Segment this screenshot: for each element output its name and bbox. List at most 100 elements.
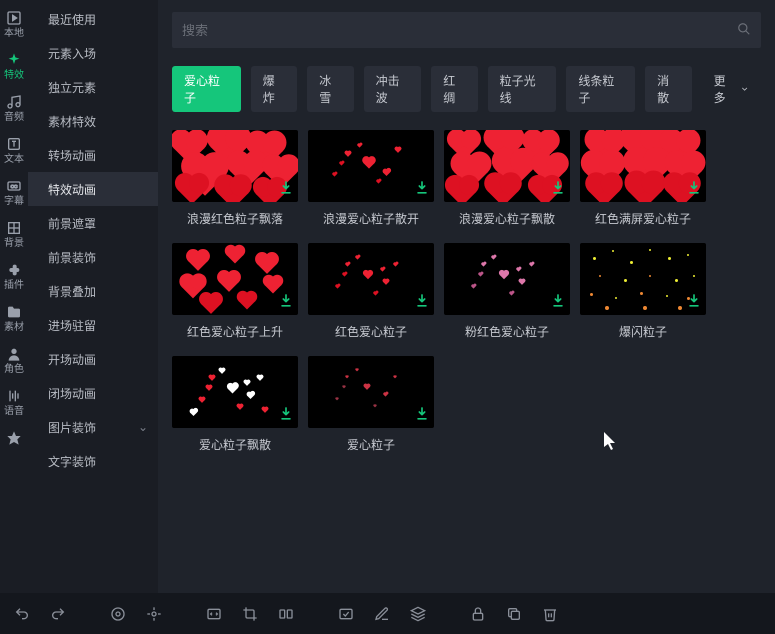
rail-cc-icon[interactable]: CC字幕 bbox=[0, 172, 28, 214]
text-icon bbox=[6, 136, 22, 152]
lock-button[interactable] bbox=[464, 600, 492, 628]
rail-label: 字幕 bbox=[4, 196, 24, 208]
side-label: 进场驻留 bbox=[48, 317, 96, 334]
plugin-icon bbox=[6, 262, 22, 278]
filter-tag[interactable]: 红绸 bbox=[431, 66, 477, 112]
effect-card: 浪漫爱心粒子飘散 bbox=[444, 130, 570, 227]
side-item[interactable]: 文字装饰 bbox=[28, 444, 158, 478]
side-item[interactable]: 特效动画 bbox=[28, 172, 158, 206]
card-label: 爆闪粒子 bbox=[580, 323, 706, 340]
rail-grid-icon[interactable]: 背景 bbox=[0, 214, 28, 256]
download-icon[interactable] bbox=[550, 293, 566, 312]
effect-card: 浪漫爱心粒子散开 bbox=[308, 130, 434, 227]
code-button[interactable] bbox=[200, 600, 228, 628]
filter-tag[interactable]: 爆炸 bbox=[251, 66, 297, 112]
filter-tag[interactable]: 消散 bbox=[645, 66, 691, 112]
rail-label: 语音 bbox=[4, 406, 24, 418]
side-item[interactable]: 闭场动画 bbox=[28, 376, 158, 410]
side-item[interactable]: 元素入场 bbox=[28, 36, 158, 70]
thumbnail[interactable] bbox=[444, 130, 570, 202]
card-label: 爱心粒子 bbox=[308, 436, 434, 453]
card-label: 浪漫爱心粒子散开 bbox=[308, 210, 434, 227]
aspect-button[interactable] bbox=[104, 600, 132, 628]
rail-mic-icon[interactable]: 语音 bbox=[0, 382, 28, 424]
thumbnail[interactable] bbox=[444, 243, 570, 315]
layers-button[interactable] bbox=[404, 600, 432, 628]
side-item[interactable]: 最近使用 bbox=[28, 2, 158, 36]
side-label: 图片装饰 bbox=[48, 419, 96, 436]
side-item[interactable]: 图片装饰 ⌄ bbox=[28, 410, 158, 444]
filter-tag[interactable]: 冰雪 bbox=[307, 66, 353, 112]
side-item[interactable]: 前景装饰 bbox=[28, 240, 158, 274]
edit-button[interactable] bbox=[368, 600, 396, 628]
download-icon[interactable] bbox=[278, 293, 294, 312]
copy-button[interactable] bbox=[500, 600, 528, 628]
side-label: 前景遮罩 bbox=[48, 215, 96, 232]
download-icon[interactable] bbox=[550, 180, 566, 199]
side-label: 最近使用 bbox=[48, 11, 96, 28]
undo-button[interactable] bbox=[8, 600, 36, 628]
rail-person-icon[interactable]: 角色 bbox=[0, 340, 28, 382]
rail-plugin-icon[interactable]: 插件 bbox=[0, 256, 28, 298]
side-item[interactable]: 背景叠加 bbox=[28, 274, 158, 308]
download-icon[interactable] bbox=[414, 293, 430, 312]
left-rail: 本地特效音频文本CC字幕背景插件素材角色语音 bbox=[0, 0, 28, 593]
delete-button[interactable] bbox=[536, 600, 564, 628]
side-label: 素材特效 bbox=[48, 113, 96, 130]
effect-card: 红色爱心粒子上升 bbox=[172, 243, 298, 340]
download-icon[interactable] bbox=[686, 180, 702, 199]
thumbnail[interactable] bbox=[172, 130, 298, 202]
thumbnail[interactable] bbox=[308, 356, 434, 428]
thumbnail-grid: 浪漫红色粒子飘落 浪漫爱心粒子散开 浪漫爱心粒子飘散 红色满屏爱心粒子 红色爱心… bbox=[172, 130, 761, 453]
split-button[interactable] bbox=[272, 600, 300, 628]
side-item[interactable]: 进场驻留 bbox=[28, 308, 158, 342]
effect-card: 爆闪粒子 bbox=[580, 243, 706, 340]
thumbnail[interactable] bbox=[580, 130, 706, 202]
thumbnail[interactable] bbox=[308, 130, 434, 202]
rail-folder-icon[interactable]: 素材 bbox=[0, 298, 28, 340]
side-item[interactable]: 独立元素 bbox=[28, 70, 158, 104]
thumbnail[interactable] bbox=[172, 243, 298, 315]
download-icon[interactable] bbox=[686, 293, 702, 312]
rail-sparkle-icon[interactable]: 特效 bbox=[0, 46, 28, 88]
side-label: 文字装饰 bbox=[48, 453, 96, 470]
card-label: 浪漫红色粒子飘落 bbox=[172, 210, 298, 227]
download-icon[interactable] bbox=[278, 180, 294, 199]
search-input[interactable] bbox=[182, 23, 737, 38]
side-item[interactable]: 开场动画 bbox=[28, 342, 158, 376]
thumbnail[interactable] bbox=[172, 356, 298, 428]
rail-music-icon[interactable]: 音频 bbox=[0, 88, 28, 130]
redo-button[interactable] bbox=[44, 600, 72, 628]
rail-star-icon[interactable] bbox=[0, 424, 28, 452]
download-icon[interactable] bbox=[414, 180, 430, 199]
rail-text-icon[interactable]: 文本 bbox=[0, 130, 28, 172]
filter-tag[interactable]: 爱心粒子 bbox=[172, 66, 241, 112]
grid-icon bbox=[6, 220, 22, 236]
side-item[interactable]: 转场动画 bbox=[28, 138, 158, 172]
rail-label: 音频 bbox=[4, 112, 24, 124]
effect-card: 红色爱心粒子 bbox=[308, 243, 434, 340]
side-label: 转场动画 bbox=[48, 147, 96, 164]
target-button[interactable] bbox=[140, 600, 168, 628]
thumbnail[interactable] bbox=[580, 243, 706, 315]
search-bar[interactable] bbox=[172, 12, 761, 48]
filter-tag[interactable]: 冲击波 bbox=[364, 66, 422, 112]
side-label: 前景装饰 bbox=[48, 249, 96, 266]
person-icon bbox=[6, 346, 22, 362]
more-button[interactable]: 更多 bbox=[702, 66, 761, 112]
rail-label: 插件 bbox=[4, 280, 24, 292]
filter-tag[interactable]: 线条粒子 bbox=[566, 66, 635, 112]
crop-button[interactable] bbox=[236, 600, 264, 628]
filter-tag[interactable]: 粒子光线 bbox=[488, 66, 557, 112]
chevron-down-icon: ⌄ bbox=[138, 420, 148, 434]
side-item[interactable]: 素材特效 bbox=[28, 104, 158, 138]
side-label: 元素入场 bbox=[48, 45, 96, 62]
thumbnail[interactable] bbox=[308, 243, 434, 315]
download-icon[interactable] bbox=[414, 406, 430, 425]
effect-card: 爱心粒子 bbox=[308, 356, 434, 453]
download-icon[interactable] bbox=[278, 406, 294, 425]
card-label: 红色爱心粒子上升 bbox=[172, 323, 298, 340]
rail-film-icon[interactable]: 本地 bbox=[0, 4, 28, 46]
check-button[interactable] bbox=[332, 600, 360, 628]
side-item[interactable]: 前景遮罩 bbox=[28, 206, 158, 240]
